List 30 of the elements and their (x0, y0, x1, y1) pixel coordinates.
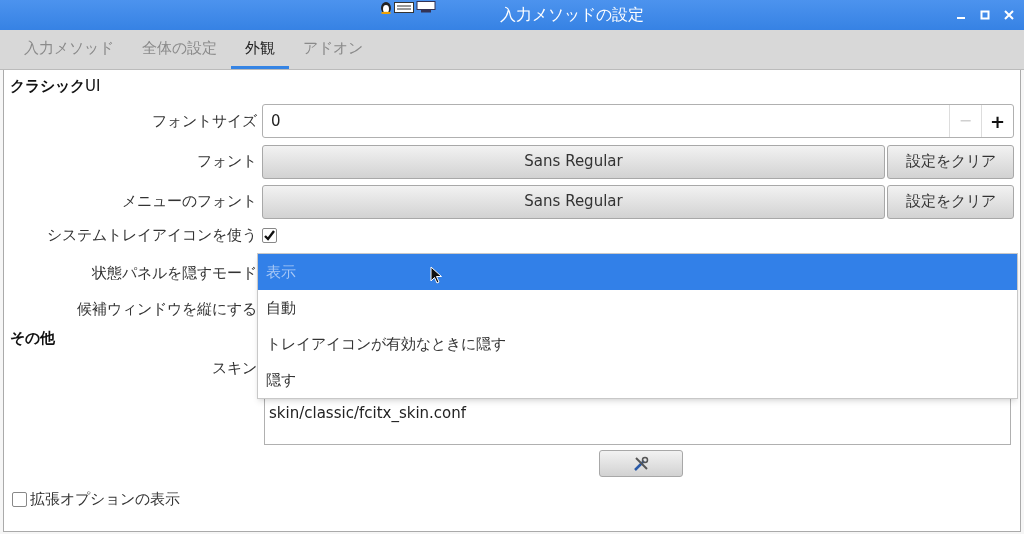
field-label: フォント (197, 151, 257, 173)
list-item[interactable]: skin/classic/fcitx_skin.conf (269, 402, 1006, 426)
maximize-icon[interactable] (980, 10, 990, 20)
checkbox-label: 拡張オプションの表示 (30, 489, 180, 510)
penguin-icon (380, 0, 392, 14)
window-title: 入力メソッドの設定 (500, 4, 644, 26)
field-label: メニューのフォント (122, 191, 257, 213)
field-label: スキン (212, 358, 257, 379)
clear-button[interactable]: 設定をクリア (887, 144, 1014, 179)
tools-icon (633, 455, 649, 472)
increment-button[interactable]: + (981, 105, 1013, 137)
field-label: フォントサイズ (152, 110, 257, 132)
menu-item[interactable]: 自動 (258, 290, 1017, 326)
close-icon[interactable] (1004, 10, 1014, 20)
field-label: 候補ウィンドウを縦にする (77, 298, 257, 320)
spinner-value: 0 (270, 110, 282, 132)
font-picker-button[interactable]: Sans Regular (262, 184, 885, 219)
field-label: 状態パネルを隠すモード (92, 262, 257, 284)
font-picker-button[interactable]: Sans Regular (262, 144, 885, 179)
cursor-icon (430, 266, 443, 285)
field-label: システムトレイアイコンを使う (47, 224, 257, 246)
section-heading: その他 (10, 327, 55, 349)
monitor-icon (416, 1, 436, 13)
checkbox[interactable] (262, 227, 277, 243)
section-heading: クラシックUI (10, 75, 101, 97)
font-size-spinner[interactable]: 0 − + (262, 104, 1014, 138)
checkbox[interactable] (12, 491, 27, 507)
keyboard-icon (394, 1, 414, 13)
clear-button[interactable]: 設定をクリア (887, 184, 1014, 219)
configure-button[interactable] (599, 450, 683, 477)
